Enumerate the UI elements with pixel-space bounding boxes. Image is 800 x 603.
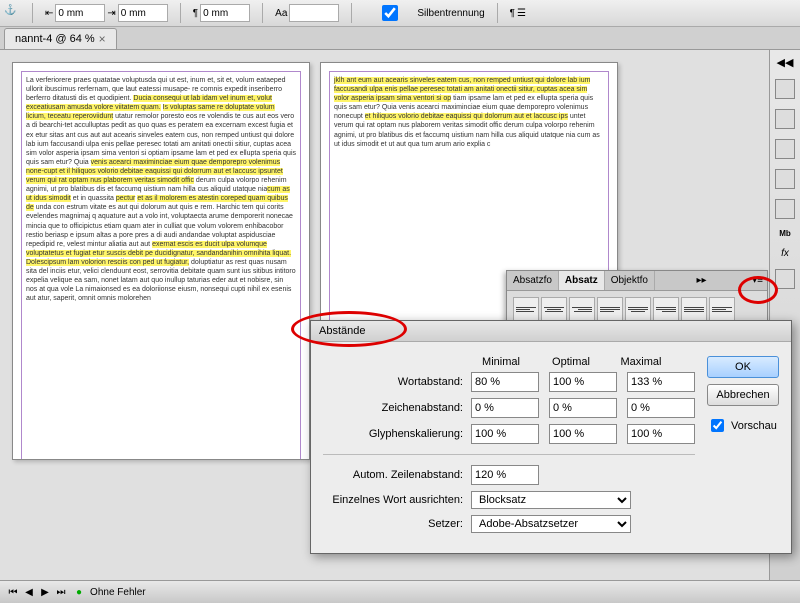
preview-check[interactable]	[711, 419, 724, 432]
composer-label: Setzer:	[323, 518, 471, 530]
hyphenation-label: Silbentrennung	[417, 8, 484, 19]
char-max-field[interactable]	[627, 398, 695, 418]
page-nav: ⏮ ◀ ▶ ⏭	[6, 587, 68, 598]
glyph-scale-label: Glyphenskalierung:	[323, 428, 471, 440]
preflight-label: Ohne Fehler	[90, 587, 146, 598]
anchor-icon: ⚓	[4, 5, 20, 21]
panel-menu-icon[interactable]: ▾≡	[748, 271, 767, 290]
word-min-field[interactable]	[471, 372, 539, 392]
hyphenation-check[interactable]	[368, 5, 412, 21]
glyph-max-field[interactable]	[627, 424, 695, 444]
color-panel-icon[interactable]	[775, 199, 795, 219]
glyph-min-field[interactable]	[471, 424, 539, 444]
dropcap-field[interactable]	[289, 4, 339, 22]
mb-panel-icon[interactable]: Mb	[779, 229, 791, 238]
col-maximal: Maximal	[611, 356, 671, 368]
first-page-icon[interactable]: ⏮	[6, 587, 20, 598]
align-spine-button[interactable]	[709, 297, 735, 321]
justify-right-button[interactable]	[653, 297, 679, 321]
single-word-label: Einzelnes Wort ausrichten:	[323, 494, 471, 506]
col-minimal: Minimal	[471, 356, 531, 368]
indent-group: ⇤ ⇥	[45, 4, 168, 22]
document-tabbar: nannt-4 @ 64 % ×	[0, 27, 800, 50]
char-min-field[interactable]	[471, 398, 539, 418]
ok-button[interactable]: OK	[707, 356, 779, 378]
align-center-button[interactable]	[541, 297, 567, 321]
pages-panel-icon[interactable]	[775, 79, 795, 99]
single-word-select[interactable]: Blocksatz	[471, 491, 631, 509]
links-panel-icon[interactable]	[775, 139, 795, 159]
firstline-icon: ¶	[193, 8, 198, 19]
auto-leading-field[interactable]	[471, 465, 539, 485]
last-page-icon[interactable]: ⏭	[54, 587, 68, 598]
word-max-field[interactable]	[627, 372, 695, 392]
justify-center-button[interactable]	[625, 297, 651, 321]
firstline-field[interactable]	[200, 4, 250, 22]
workspace: La verferiorere praes quatatae voluptusd…	[0, 50, 800, 580]
indent-left-field[interactable]	[55, 4, 105, 22]
panel-collapse-icon[interactable]: ▸▸	[693, 271, 711, 290]
char-opt-field[interactable]	[549, 398, 617, 418]
text-frame-left[interactable]: La verferiorere praes quatatae voluptusd…	[21, 71, 301, 460]
document-tab[interactable]: nannt-4 @ 64 % ×	[4, 28, 117, 49]
tab-absatz[interactable]: Absatz	[559, 271, 605, 290]
stroke-panel-icon[interactable]	[775, 169, 795, 189]
align-right-button[interactable]	[569, 297, 595, 321]
indent-left-icon: ⇤	[45, 8, 53, 19]
top-toolbar: ⚓ ⇤ ⇥ ¶ Aa Silbentrennung ¶☰	[0, 0, 800, 27]
align-left-button[interactable]	[513, 297, 539, 321]
tab-absatzformate[interactable]: Absatzfo	[507, 271, 559, 290]
layers-panel-icon[interactable]	[775, 109, 795, 129]
glyph-opt-field[interactable]	[549, 424, 617, 444]
word-spacing-label: Wortabstand:	[323, 376, 471, 388]
dialog-title: Abstände	[311, 321, 791, 342]
word-opt-field[interactable]	[549, 372, 617, 392]
columns-icon[interactable]: ☰	[517, 8, 526, 19]
tab-objektformate[interactable]: Objektfo	[605, 271, 655, 290]
indent-right-icon: ⇥	[107, 8, 115, 19]
para-panel-icon[interactable]	[775, 269, 795, 289]
fx-panel-icon[interactable]: fx	[781, 248, 789, 259]
preflight-icon[interactable]: ●	[76, 587, 82, 598]
col-optimal: Optimal	[541, 356, 601, 368]
spacing-dialog: Abstände Minimal Optimal Maximal Wortabsta…	[310, 320, 792, 554]
char-spacing-label: Zeichenabstand:	[323, 402, 471, 414]
dropcap-label: Aa	[275, 8, 287, 19]
tab-label: nannt-4 @ 64 %	[15, 33, 95, 45]
indent-right-field[interactable]	[118, 4, 168, 22]
prev-page-icon[interactable]: ◀	[22, 587, 36, 598]
justify-full-button[interactable]	[681, 297, 707, 321]
page-left: La verferiorere praes quatatae voluptusd…	[12, 62, 310, 460]
justify-left-button[interactable]	[597, 297, 623, 321]
para-icon[interactable]: ¶	[510, 8, 515, 19]
auto-leading-label: Autom. Zeilenabstand:	[323, 469, 471, 481]
close-icon[interactable]: ×	[99, 32, 106, 46]
composer-select[interactable]: Adobe-Absatzsetzer	[471, 515, 631, 533]
preview-label: Vorschau	[731, 420, 777, 432]
cancel-button[interactable]: Abbrechen	[707, 384, 779, 406]
expand-dock-icon[interactable]: ◀◀	[777, 56, 794, 69]
next-page-icon[interactable]: ▶	[38, 587, 52, 598]
